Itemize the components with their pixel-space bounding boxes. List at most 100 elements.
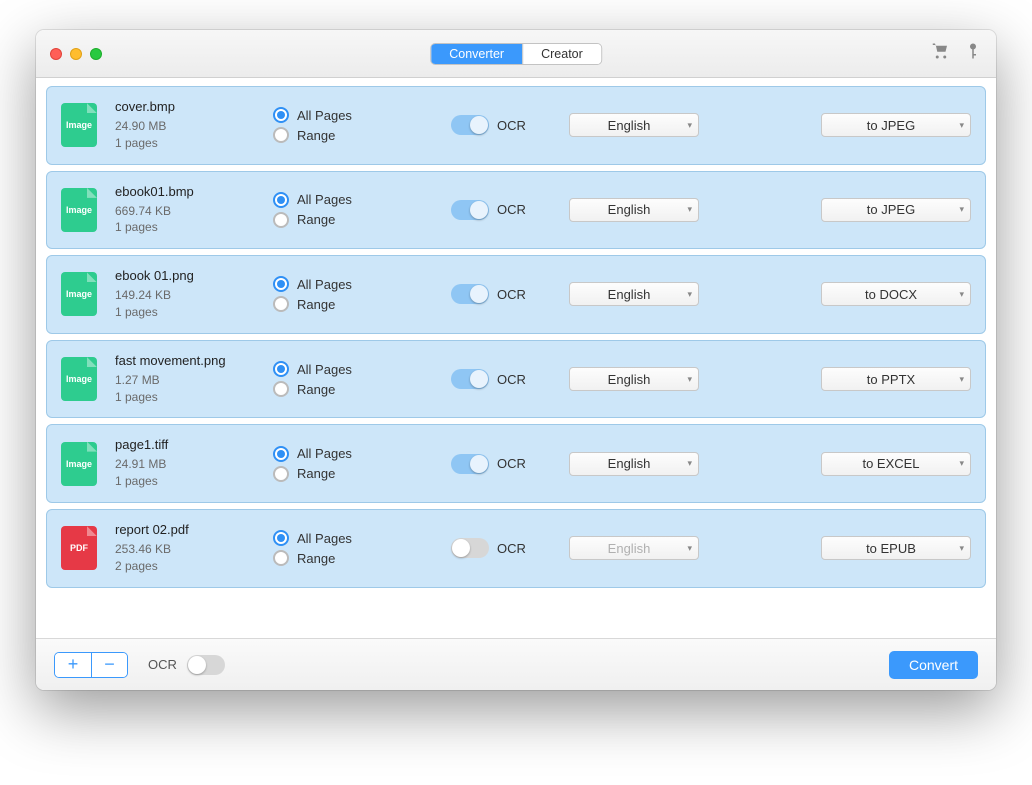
- page-options: All Pages Range: [273, 272, 393, 316]
- file-size: 253.46 KB: [115, 541, 255, 558]
- ocr-label: OCR: [497, 118, 526, 133]
- radio-icon: [273, 127, 289, 143]
- radio-range[interactable]: Range: [273, 296, 393, 312]
- file-name: cover.bmp: [115, 99, 255, 114]
- format-dropdown[interactable]: to JPEG: [821, 198, 971, 222]
- language-dropdown[interactable]: English: [569, 282, 699, 306]
- file-row[interactable]: page1.tiff 24.91 MB 1 pages All Pages Ra…: [46, 424, 986, 503]
- radio-all-pages[interactable]: All Pages: [273, 446, 393, 462]
- radio-icon: [273, 192, 289, 208]
- file-row[interactable]: report 02.pdf 253.46 KB 2 pages All Page…: [46, 509, 986, 588]
- radio-all-pages[interactable]: All Pages: [273, 107, 393, 123]
- minimize-icon[interactable]: [70, 48, 82, 60]
- footer-ocr-toggle[interactable]: [187, 655, 225, 675]
- page-options: All Pages Range: [273, 526, 393, 570]
- file-size: 149.24 KB: [115, 287, 255, 304]
- file-pages: 2 pages: [115, 558, 255, 575]
- radio-all-pages[interactable]: All Pages: [273, 276, 393, 292]
- file-name: page1.tiff: [115, 437, 255, 452]
- tab-converter[interactable]: Converter: [431, 44, 522, 64]
- language-dropdown[interactable]: English: [569, 198, 699, 222]
- pdf-file-icon: [61, 526, 97, 570]
- file-info: ebook 01.png 149.24 KB 1 pages: [115, 268, 255, 321]
- app-window: Converter Creator cover.bmp 24.90 MB 1 p…: [36, 30, 996, 690]
- radio-icon: [273, 530, 289, 546]
- format-dropdown[interactable]: to DOCX: [821, 282, 971, 306]
- file-info: page1.tiff 24.91 MB 1 pages: [115, 437, 255, 490]
- remove-button[interactable]: −: [91, 653, 127, 677]
- footer: + − OCR Convert: [36, 638, 996, 690]
- file-size: 24.91 MB: [115, 456, 255, 473]
- ocr-toggle[interactable]: [451, 115, 489, 135]
- radio-all-pages[interactable]: All Pages: [273, 530, 393, 546]
- add-remove-group: + −: [54, 652, 128, 678]
- page-options: All Pages Range: [273, 357, 393, 401]
- format-dropdown[interactable]: to EXCEL: [821, 452, 971, 476]
- ocr-toggle[interactable]: [451, 284, 489, 304]
- language-dropdown[interactable]: English: [569, 452, 699, 476]
- radio-all-label: All Pages: [297, 362, 352, 377]
- tab-creator[interactable]: Creator: [522, 44, 601, 64]
- radio-range-label: Range: [297, 212, 335, 227]
- radio-icon: [273, 550, 289, 566]
- language-dropdown: English: [569, 536, 699, 560]
- file-row[interactable]: ebook01.bmp 669.74 KB 1 pages All Pages …: [46, 171, 986, 250]
- image-file-icon: [61, 442, 97, 486]
- file-size: 24.90 MB: [115, 118, 255, 135]
- file-row[interactable]: cover.bmp 24.90 MB 1 pages All Pages Ran…: [46, 86, 986, 165]
- file-name: ebook01.bmp: [115, 184, 255, 199]
- file-row[interactable]: ebook 01.png 149.24 KB 1 pages All Pages…: [46, 255, 986, 334]
- radio-icon: [273, 381, 289, 397]
- close-icon[interactable]: [50, 48, 62, 60]
- maximize-icon[interactable]: [90, 48, 102, 60]
- file-row[interactable]: fast movement.png 1.27 MB 1 pages All Pa…: [46, 340, 986, 419]
- footer-ocr-label: OCR: [148, 657, 177, 672]
- key-icon[interactable]: [964, 42, 982, 65]
- titlebar: Converter Creator: [36, 30, 996, 78]
- language-dropdown[interactable]: English: [569, 113, 699, 137]
- ocr-toggle[interactable]: [451, 454, 489, 474]
- radio-range[interactable]: Range: [273, 381, 393, 397]
- format-dropdown[interactable]: to EPUB: [821, 536, 971, 560]
- file-size: 1.27 MB: [115, 372, 255, 389]
- radio-all-pages[interactable]: All Pages: [273, 361, 393, 377]
- cart-icon[interactable]: [932, 42, 950, 65]
- radio-range-label: Range: [297, 297, 335, 312]
- radio-range-label: Range: [297, 466, 335, 481]
- file-name: report 02.pdf: [115, 522, 255, 537]
- radio-range[interactable]: Range: [273, 466, 393, 482]
- radio-range[interactable]: Range: [273, 550, 393, 566]
- file-name: fast movement.png: [115, 353, 255, 368]
- add-button[interactable]: +: [55, 653, 91, 677]
- language-dropdown[interactable]: English: [569, 367, 699, 391]
- file-name: ebook 01.png: [115, 268, 255, 283]
- radio-all-label: All Pages: [297, 531, 352, 546]
- ocr-toggle[interactable]: [451, 538, 489, 558]
- page-options: All Pages Range: [273, 103, 393, 147]
- radio-icon: [273, 361, 289, 377]
- ocr-label: OCR: [497, 541, 526, 556]
- radio-icon: [273, 446, 289, 462]
- format-dropdown[interactable]: to JPEG: [821, 113, 971, 137]
- image-file-icon: [61, 357, 97, 401]
- ocr-toggle[interactable]: [451, 369, 489, 389]
- ocr-label: OCR: [497, 456, 526, 471]
- file-pages: 1 pages: [115, 389, 255, 406]
- format-dropdown[interactable]: to PPTX: [821, 367, 971, 391]
- image-file-icon: [61, 103, 97, 147]
- radio-range-label: Range: [297, 551, 335, 566]
- window-controls: [50, 48, 102, 60]
- page-options: All Pages Range: [273, 188, 393, 232]
- radio-range[interactable]: Range: [273, 212, 393, 228]
- file-pages: 1 pages: [115, 304, 255, 321]
- file-info: fast movement.png 1.27 MB 1 pages: [115, 353, 255, 406]
- ocr-toggle[interactable]: [451, 200, 489, 220]
- ocr-label: OCR: [497, 202, 526, 217]
- ocr-label: OCR: [497, 287, 526, 302]
- image-file-icon: [61, 272, 97, 316]
- radio-all-pages[interactable]: All Pages: [273, 192, 393, 208]
- file-list: cover.bmp 24.90 MB 1 pages All Pages Ran…: [36, 78, 996, 638]
- radio-all-label: All Pages: [297, 192, 352, 207]
- radio-range[interactable]: Range: [273, 127, 393, 143]
- convert-button[interactable]: Convert: [889, 651, 978, 679]
